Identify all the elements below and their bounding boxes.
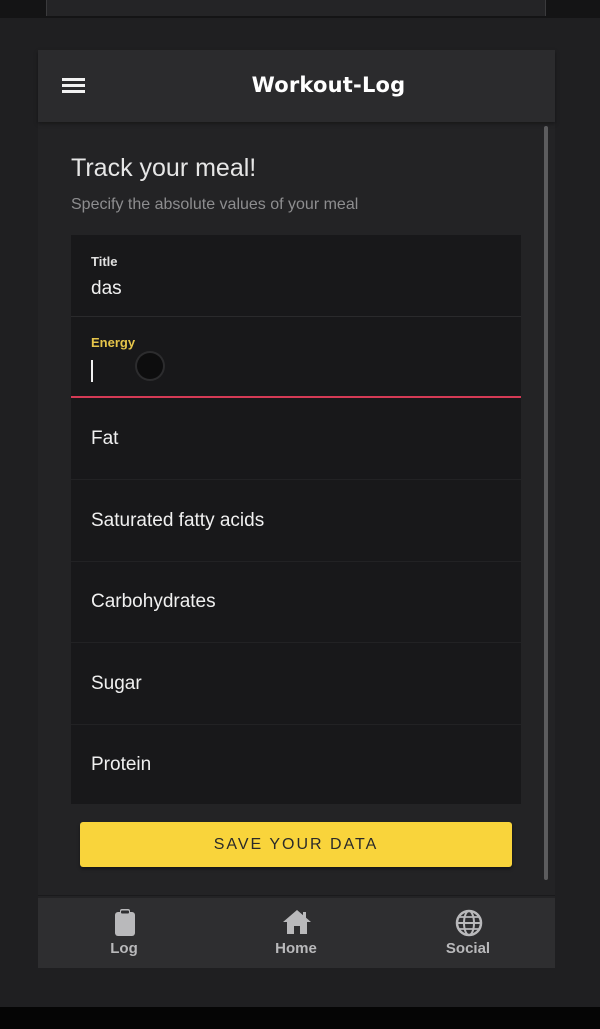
top-frame-strip <box>0 0 600 18</box>
app-title: Workout-Log <box>251 73 406 97</box>
fat-field[interactable]: Fat <box>71 398 521 480</box>
content-divider <box>38 895 555 896</box>
saturated-fatty-acids-placeholder: Saturated fatty acids <box>91 510 265 531</box>
app-bar: Workout-Log <box>38 50 555 122</box>
app-window: Workout-Log Track your meal! Specify the… <box>38 50 555 968</box>
bottom-frame-strip <box>0 1007 600 1029</box>
nav-label-home: Home <box>275 940 317 957</box>
page-title: Track your meal! <box>71 154 257 182</box>
energy-field[interactable]: Energy <box>71 316 521 398</box>
top-frame-notch <box>46 0 546 16</box>
bottom-navigation: Log Home Social <box>38 898 555 968</box>
globe-icon <box>455 909 483 937</box>
meal-form: Title das Energy Fat Saturated fatty aci… <box>71 235 521 804</box>
energy-field-label: Energy <box>91 335 136 350</box>
clipboard-icon <box>115 909 135 936</box>
sugar-field[interactable]: Sugar <box>71 643 521 725</box>
scrollbar[interactable] <box>544 126 548 880</box>
save-button[interactable]: SAVE YOUR DATA <box>80 822 512 867</box>
protein-placeholder: Protein <box>91 754 152 775</box>
title-field-label: Title <box>91 254 118 269</box>
nav-item-social[interactable]: Social <box>382 898 554 968</box>
page-subtitle: Specify the absolute values of your meal <box>71 196 359 213</box>
nav-item-home[interactable]: Home <box>210 898 382 968</box>
saturated-fatty-acids-field[interactable]: Saturated fatty acids <box>71 480 521 562</box>
home-icon <box>283 910 311 934</box>
nav-item-log[interactable]: Log <box>38 898 210 968</box>
protein-field[interactable]: Protein <box>71 724 521 805</box>
nav-label-log: Log <box>110 940 138 957</box>
sugar-placeholder: Sugar <box>91 673 142 694</box>
text-cursor <box>91 360 93 382</box>
title-field[interactable]: Title das <box>71 235 521 317</box>
title-field-value[interactable]: das <box>91 278 122 300</box>
nav-label-social: Social <box>445 940 491 957</box>
fat-field-placeholder: Fat <box>91 428 119 449</box>
touch-indicator <box>137 353 163 379</box>
carbohydrates-field[interactable]: Carbohydrates <box>71 561 521 643</box>
carbohydrates-placeholder: Carbohydrates <box>91 591 216 612</box>
